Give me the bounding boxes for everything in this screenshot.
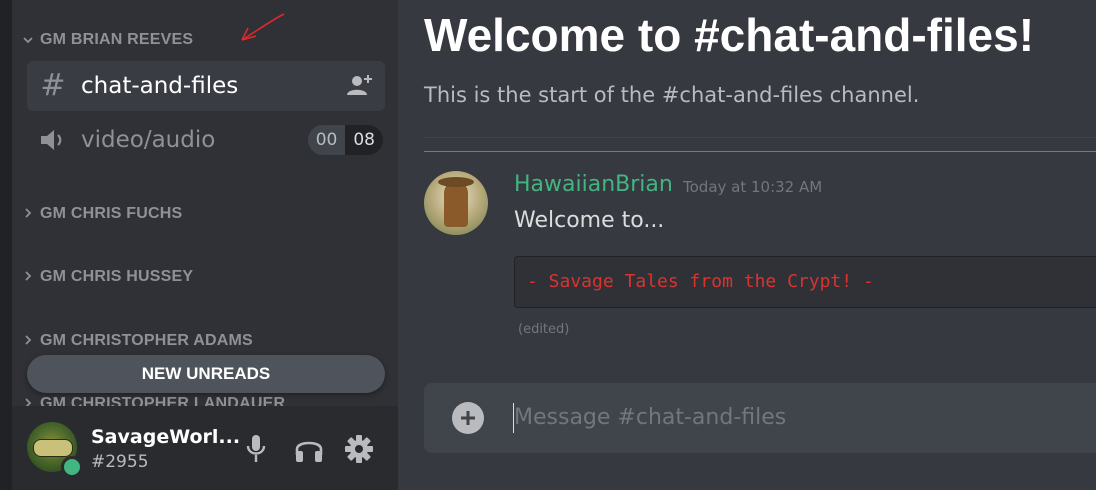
plus-icon	[461, 411, 475, 425]
category-gm-chris-hussey[interactable]: GM CHRIS HUSSEY	[20, 265, 193, 289]
message-author[interactable]: HawaiianBrian	[514, 172, 673, 197]
message-composer	[424, 383, 1096, 453]
category-gm-chris-fuchs[interactable]: GM CHRIS FUCHS	[20, 202, 182, 226]
hash-icon: #	[40, 68, 66, 103]
category-gm-christopher-adams[interactable]: GM CHRISTOPHER ADAMS	[20, 329, 253, 353]
user-settings-button[interactable]	[342, 432, 376, 466]
channel-name: video/audio	[81, 127, 216, 153]
microphone-button[interactable]	[239, 432, 273, 466]
add-member-icon[interactable]	[347, 74, 373, 100]
chat-area: Welcome to #chat-and-files! This is the …	[398, 0, 1096, 490]
category-label: GM BRIAN REEVES	[40, 31, 194, 48]
voice-count-current: 00	[307, 125, 346, 155]
red-arrow-annotation	[241, 13, 285, 41]
category-label: GM CHRISTOPHER ADAMS	[40, 332, 253, 349]
new-messages-divider	[424, 151, 1096, 152]
welcome-subtitle: This is the start of the #chat-and-files…	[424, 83, 920, 107]
online-status-icon	[61, 456, 83, 478]
message-input[interactable]	[514, 399, 1094, 435]
user-discriminator: #2955	[91, 452, 149, 472]
user-panel: SavageWorl... #2955	[12, 406, 398, 490]
message-text: Welcome to...	[514, 208, 665, 233]
channel-sidebar: GM BRIAN REEVES # chat-and-files video/a…	[12, 0, 398, 490]
channel-chat-and-files[interactable]: # chat-and-files	[27, 61, 385, 111]
new-unreads-button[interactable]: NEW UNREADS	[27, 355, 385, 393]
category-label: GM CHRIS FUCHS	[40, 205, 183, 222]
voice-count-limit: 08	[345, 125, 383, 155]
chevron-right-icon	[20, 270, 36, 284]
category-gm-brian-reeves[interactable]: GM BRIAN REEVES	[20, 28, 193, 52]
message-timestamp: Today at 10:32 AM	[683, 178, 823, 196]
chevron-down-icon	[20, 33, 36, 47]
welcome-title: Welcome to #chat-and-files!	[424, 9, 1035, 61]
divider	[424, 137, 1096, 138]
avatar[interactable]	[27, 422, 83, 478]
speaker-icon	[39, 128, 67, 152]
chevron-right-icon	[20, 207, 36, 221]
microphone-icon	[246, 435, 266, 462]
avatar[interactable]	[424, 171, 488, 235]
channel-video-audio[interactable]: video/audio 00 08	[27, 115, 385, 165]
voice-user-count: 00 08	[307, 125, 383, 155]
gear-icon	[345, 435, 373, 463]
savage-worlds-logo	[33, 439, 73, 457]
username: SavageWorl...	[91, 426, 241, 448]
headphones-icon	[295, 441, 323, 462]
headphones-button[interactable]	[292, 432, 326, 466]
channel-name: chat-and-files	[81, 73, 239, 99]
code-block: - Savage Tales from the Crypt! -	[514, 256, 1096, 308]
server-list-edge	[0, 0, 12, 490]
code-text: - Savage Tales from the Crypt! -	[527, 271, 874, 292]
chevron-right-icon	[20, 334, 36, 348]
edited-label: (edited)	[518, 322, 570, 337]
category-label: GM CHRIS HUSSEY	[40, 268, 194, 285]
attach-button[interactable]	[452, 402, 484, 434]
